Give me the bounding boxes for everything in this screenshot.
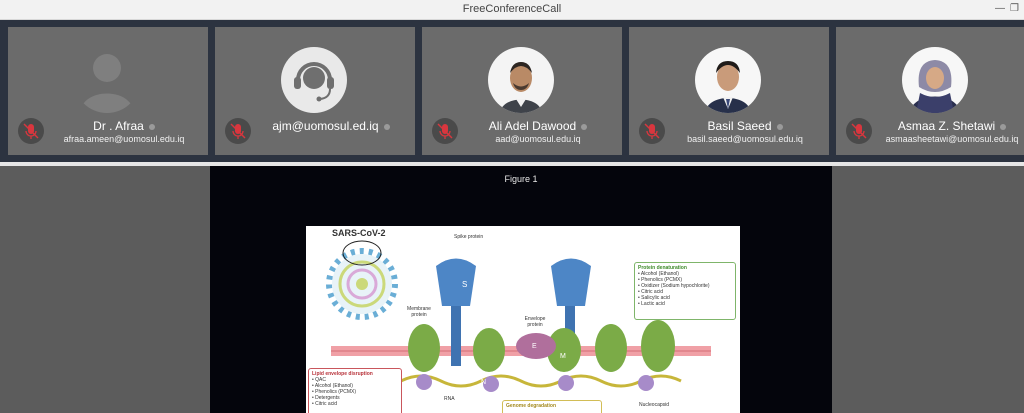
person-silhouette-icon bbox=[80, 54, 134, 113]
label-membrane: Membrane protein bbox=[407, 306, 431, 318]
shared-slide: Figure 1 SARS-CoV-2 Spike protein Membra… bbox=[210, 166, 832, 413]
protein-denaturation-box: Protein denaturation • Alcohol (Ethanol)… bbox=[634, 262, 736, 320]
participant-email: basil.saeed@uomosul.edu.iq bbox=[687, 134, 803, 144]
status-dot bbox=[383, 123, 390, 130]
figure-title: Figure 1 bbox=[504, 174, 538, 184]
window-title: FreeConferenceCall bbox=[462, 3, 562, 15]
mic-muted-icon[interactable] bbox=[18, 118, 44, 144]
label-s: S bbox=[462, 280, 468, 289]
status-dot bbox=[581, 123, 588, 130]
headset-icon bbox=[294, 62, 334, 102]
person-photo-icon bbox=[500, 62, 542, 113]
status-dot bbox=[776, 123, 783, 130]
participant-email: asmaasheetawi@uomosul.edu.iq bbox=[885, 134, 1019, 144]
participant-name: ajm@uomosul.ed.iq bbox=[251, 119, 411, 133]
person-photo-icon bbox=[705, 61, 751, 113]
participant-tile[interactable]: ajm@uomosul.ed.iq bbox=[215, 27, 415, 155]
label-m: M bbox=[560, 353, 566, 360]
box-item: • Citric acid bbox=[312, 401, 338, 407]
genome-degradation-box: Genome degradation bbox=[502, 400, 602, 413]
label-rna: RNA bbox=[444, 396, 455, 402]
avatar bbox=[281, 47, 347, 113]
participant-name: Ali Adel Dawood bbox=[458, 119, 618, 133]
box-item: • Lactic acid bbox=[638, 301, 665, 307]
label-envelope: Envelope protein bbox=[524, 316, 546, 328]
participant-email: afraa.ameen@uomosul.edu.iq bbox=[63, 134, 185, 144]
participant-tile[interactable]: Dr . Afraa afraa.ameen@uomosul.edu.iq bbox=[8, 27, 208, 155]
participant-name: Asmaa Z. Shetawi bbox=[872, 119, 1024, 133]
participant-tile[interactable]: Basil Saeed basil.saeed@uomosul.edu.iq bbox=[629, 27, 829, 155]
label-spike: Spike protein bbox=[454, 234, 484, 240]
minimize-icon[interactable]: — bbox=[995, 3, 1005, 14]
avatar bbox=[902, 47, 968, 113]
label-e: E bbox=[532, 343, 537, 350]
avatar bbox=[74, 47, 140, 113]
label-n: N bbox=[481, 379, 487, 386]
participant-name: Dr . Afraa bbox=[44, 119, 204, 133]
label-nucleocapsid: Nucleocapsid bbox=[639, 402, 670, 408]
mic-muted-icon[interactable] bbox=[432, 118, 458, 144]
avatar bbox=[488, 47, 554, 113]
participant-tile[interactable]: Asmaa Z. Shetawi asmaasheetawi@uomosul.e… bbox=[836, 27, 1024, 155]
restore-icon[interactable]: ❐ bbox=[1010, 3, 1019, 14]
status-dot bbox=[148, 123, 155, 130]
participant-name: Basil Saeed bbox=[665, 119, 825, 133]
title-bar: FreeConferenceCall — ❐ bbox=[0, 0, 1024, 20]
status-dot bbox=[1000, 123, 1007, 130]
presentation-stage: Figure 1 SARS-CoV-2 Spike protein Membra… bbox=[0, 166, 1024, 413]
participant-email: aad@uomosul.edu.iq bbox=[495, 134, 581, 144]
figure-image: SARS-CoV-2 Spike protein Membrane protei… bbox=[306, 226, 740, 413]
lipid-envelope-box: Lipid envelope disruption • QAC • Alcoho… bbox=[308, 368, 402, 413]
participant-strip: Dr . Afraa afraa.ameen@uomosul.edu.iq aj… bbox=[0, 20, 1024, 162]
avatar bbox=[695, 47, 761, 113]
mic-muted-icon[interactable] bbox=[639, 118, 665, 144]
box-title: Genome degradation bbox=[506, 403, 557, 409]
mic-muted-icon[interactable] bbox=[846, 118, 872, 144]
person-photo-icon bbox=[910, 60, 960, 113]
participant-tile[interactable]: Ali Adel Dawood aad@uomosul.edu.iq bbox=[422, 27, 622, 155]
mic-muted-icon[interactable] bbox=[225, 118, 251, 144]
